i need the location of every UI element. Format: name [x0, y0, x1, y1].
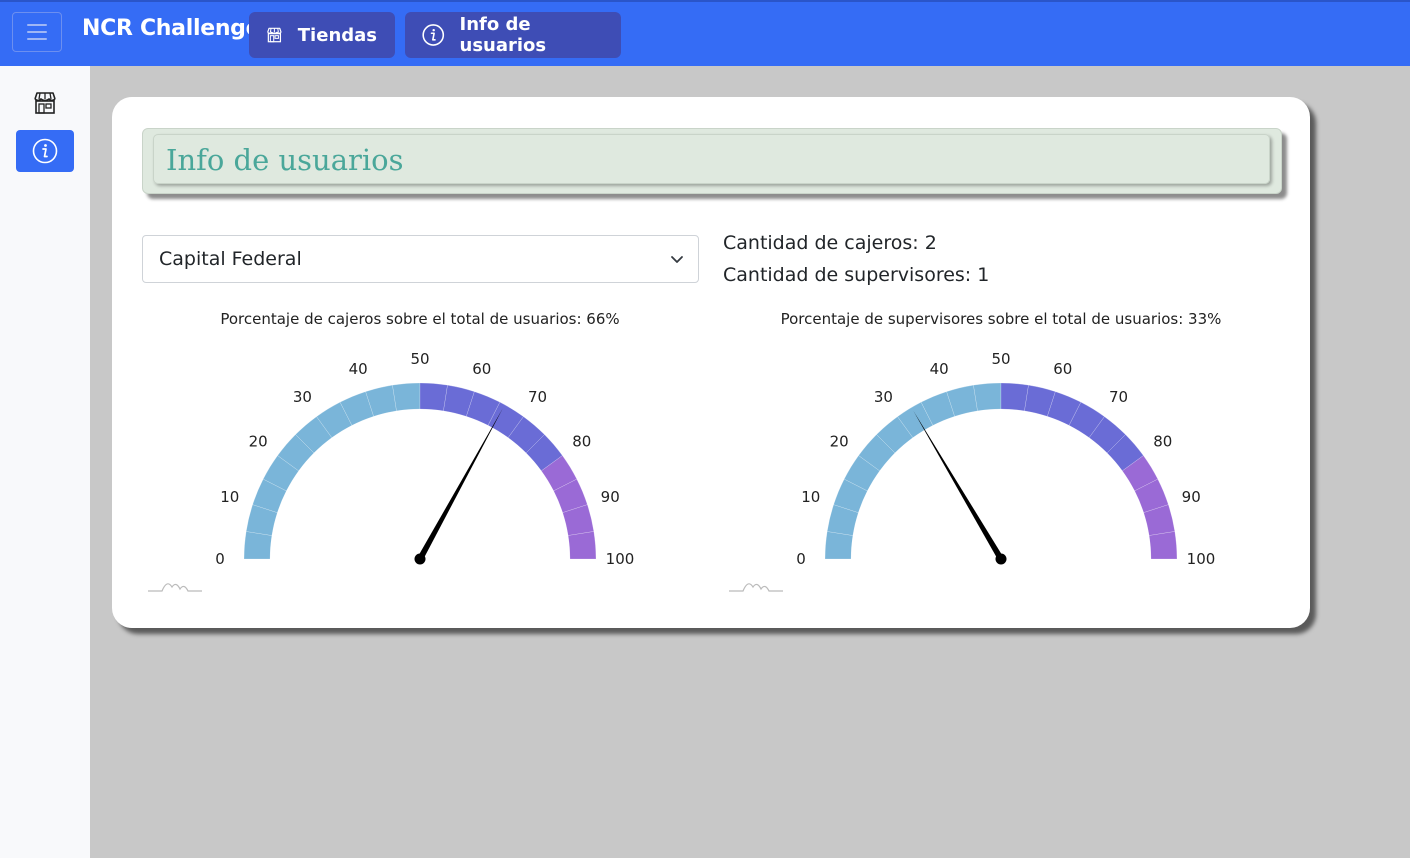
info-icon — [32, 138, 58, 164]
gauge-chart-supervisores: 0 10 20 30 40 50 60 70 80 90 100 — [729, 350, 1216, 592]
store-icon — [267, 27, 282, 43]
gauge-band-segment — [243, 531, 273, 560]
gauge-tick-label: 40 — [349, 360, 368, 378]
gauge-cajeros: 0 10 20 30 40 50 60 70 80 90 100 — [140, 337, 700, 627]
gauge-tick-label: 40 — [930, 360, 949, 378]
cashier-count: Cantidad de cajeros: 2 — [723, 232, 937, 254]
gauge-title-supervisores: Porcentaje de supervisores sobre el tota… — [780, 310, 1222, 328]
hamburger-icon-line — [27, 24, 47, 26]
nav-button-info-usuarios[interactable]: Info de usuarios — [405, 12, 621, 58]
region-select[interactable]: Capital Federal — [142, 235, 699, 283]
chevron-down-icon — [671, 256, 683, 263]
chart-logo-mark — [729, 583, 783, 592]
gauge-tick-label: 10 — [801, 488, 820, 506]
nav-button-tiendas[interactable]: Tiendas — [249, 12, 395, 58]
hamburger-icon-line — [27, 38, 47, 40]
gauge-supervisores: 0 10 20 30 40 50 60 70 80 90 100 — [721, 337, 1281, 627]
gauge-tick-label: 80 — [572, 432, 591, 450]
gauge-needle-hub — [995, 553, 1007, 565]
gauge-tick-label: 100 — [606, 550, 635, 568]
gauge-tick-label: 60 — [472, 360, 491, 378]
nav-label-tiendas: Tiendas — [297, 24, 377, 46]
content-card: Info de usuarios Capital Federal Cantida… — [112, 97, 1310, 628]
gauge-title-cajeros: Porcentaje de cajeros sobre el total de … — [220, 310, 620, 328]
gauge-tick-label: 70 — [1109, 388, 1128, 406]
gauge-band-segment — [419, 382, 448, 412]
gauge-band-segment — [1000, 382, 1029, 412]
region-select-value: Capital Federal — [159, 248, 302, 270]
gauge-needle-hub — [414, 553, 426, 565]
store-icon — [34, 92, 56, 114]
gauge-tick-label: 20 — [249, 432, 268, 450]
gauge-tick-label: 50 — [991, 350, 1010, 368]
sidebar — [0, 66, 90, 858]
page-title-box: Info de usuarios — [142, 128, 1282, 194]
gauge-needle — [417, 408, 503, 561]
gauge-needle — [913, 410, 1004, 561]
top-navbar: NCR Challenge Tiendas Info de usuarios — [0, 0, 1410, 66]
hamburger-icon-line — [27, 31, 47, 33]
gauge-tick-label: 0 — [796, 550, 806, 568]
gauge-tick-label: 100 — [1187, 550, 1216, 568]
gauge-tick-label: 10 — [220, 488, 239, 506]
app-brand[interactable]: NCR Challenge — [82, 16, 261, 41]
gauge-tick-label: 80 — [1153, 432, 1172, 450]
gauge-tick-label: 30 — [293, 388, 312, 406]
chart-logo-mark — [148, 583, 202, 592]
gauge-band-segment — [567, 531, 597, 560]
nav-label-info-usuarios: Info de usuarios — [459, 14, 547, 56]
hamburger-menu-button[interactable] — [12, 12, 62, 52]
gauge-chart-cajeros: 0 10 20 30 40 50 60 70 80 90 100 — [148, 350, 635, 592]
gauge-tick-label: 20 — [830, 432, 849, 450]
page-title: Info de usuarios — [166, 143, 404, 177]
gauge-band-segment — [1148, 531, 1178, 560]
supervisor-count: Cantidad de supervisores: 1 — [723, 264, 990, 286]
gauge-tick-label: 70 — [528, 388, 547, 406]
gauge-band-segment — [973, 382, 1002, 412]
gauge-band-segment — [392, 382, 421, 412]
gauge-band-segment — [824, 531, 854, 560]
sidebar-item-info-usuarios[interactable] — [16, 130, 74, 172]
gauge-tick-label: 60 — [1053, 360, 1072, 378]
gauge-tick-label: 30 — [874, 388, 893, 406]
info-icon — [422, 24, 445, 46]
gauge-tick-label: 90 — [601, 488, 620, 506]
gauge-tick-label: 50 — [410, 350, 429, 368]
gauge-tick-label: 0 — [215, 550, 225, 568]
sidebar-item-tiendas[interactable] — [16, 82, 74, 124]
gauge-tick-label: 90 — [1182, 488, 1201, 506]
page-title-inner: Info de usuarios — [153, 134, 1270, 184]
